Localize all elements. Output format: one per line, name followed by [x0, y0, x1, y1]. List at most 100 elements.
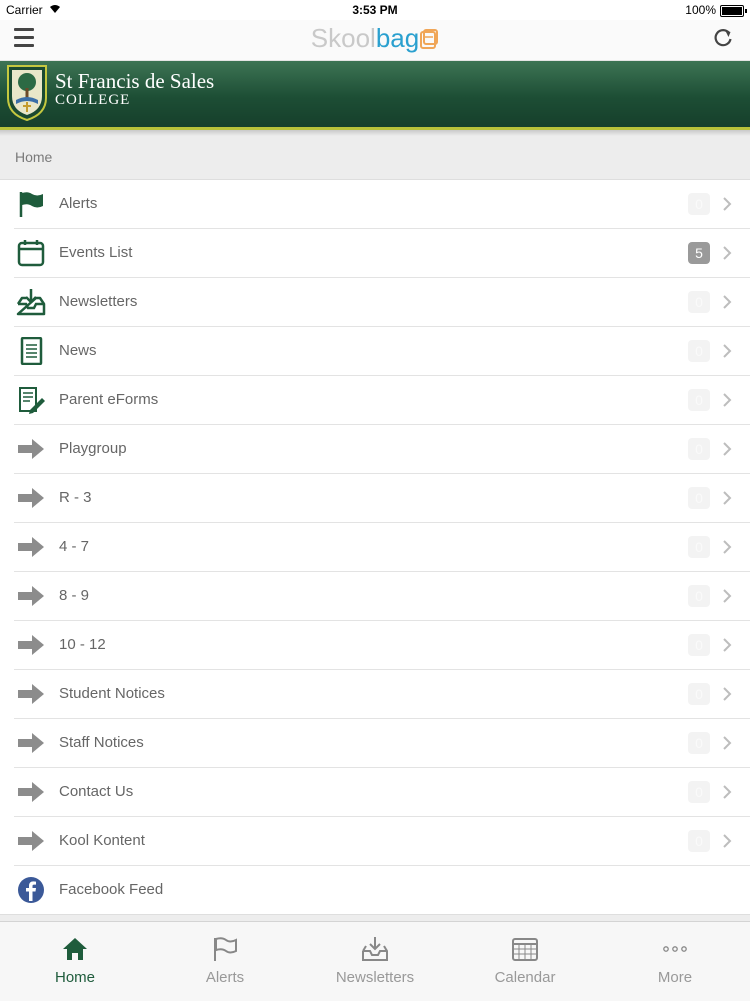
count-badge: 0: [688, 781, 710, 803]
menu-item-label: Contact Us: [59, 783, 134, 800]
chevron-right-icon: [722, 294, 732, 310]
chevron-right-icon: [722, 735, 732, 751]
menu-item-alerts[interactable]: Alerts 0: [14, 180, 750, 229]
menu-item-newsletters[interactable]: Newsletters 0: [14, 278, 750, 327]
chevron-right-icon: [722, 833, 732, 849]
tab-label: Newsletters: [335, 969, 415, 986]
books-icon: [420, 29, 439, 49]
menu-item-10-12[interactable]: 10 - 12 0: [14, 621, 750, 670]
tab-label: Alerts: [205, 969, 245, 986]
document-icon: [16, 336, 46, 366]
status-bar: Carrier 3:53 PM 100%: [0, 0, 750, 20]
menu-item-label: 4 - 7: [59, 538, 90, 555]
count-badge: 0: [688, 585, 710, 607]
menu-item-staff-notices[interactable]: Staff Notices 0: [14, 719, 750, 768]
nav-bar: Skoolbag: [0, 20, 750, 61]
menu-item-r-3[interactable]: R - 3 0: [14, 474, 750, 523]
tab-label: Home: [54, 969, 95, 986]
menu-item-facebook-feed[interactable]: Facebook Feed: [14, 866, 750, 914]
count-badge: 0: [688, 487, 710, 509]
menu-item-news[interactable]: News 0: [14, 327, 750, 376]
tab-calendar[interactable]: Calendar: [450, 922, 600, 1001]
chevron-right-icon: [722, 686, 732, 702]
calendar-grid-icon: [511, 936, 539, 962]
tab-label: Calendar: [494, 969, 556, 986]
chevron-right-icon: [722, 343, 732, 359]
count-badge: 0: [688, 732, 710, 754]
count-badge: 5: [688, 242, 710, 264]
chevron-right-icon: [722, 539, 732, 555]
chevron-right-icon: [722, 490, 732, 506]
count-badge: 0: [688, 193, 710, 215]
banner-shadow: [0, 130, 750, 136]
form-pen-icon: [16, 386, 46, 414]
menu-list: Alerts 0 Events List 5 Newsletters 0 News 0 Pare…: [0, 179, 750, 915]
chevron-right-icon: [722, 588, 732, 604]
arrow-right-icon: [16, 680, 46, 708]
school-name: St Francis de Sales: [55, 69, 215, 93]
menu-item-8-9[interactable]: 8 - 9 0: [14, 572, 750, 621]
menu-item-label: Student Notices: [59, 685, 165, 702]
battery-percent: 100%: [685, 3, 716, 17]
count-badge: 0: [688, 389, 710, 411]
flag-icon: [16, 190, 46, 218]
chevron-right-icon: [722, 392, 732, 408]
flag-icon: [211, 936, 239, 962]
count-badge: 0: [688, 830, 710, 852]
count-badge: 0: [688, 340, 710, 362]
home-icon: [61, 936, 89, 962]
menu-item-contact-us[interactable]: Contact Us 0: [14, 768, 750, 817]
school-crest-icon: [7, 65, 47, 122]
school-subtitle: COLLEGE: [55, 92, 131, 108]
menu-item-label: R - 3: [59, 489, 92, 506]
menu-item-label: Parent eForms: [59, 391, 159, 408]
menu-item-4-7[interactable]: 4 - 7 0: [14, 523, 750, 572]
facebook-icon: [16, 876, 46, 904]
menu-item-kool-kontent[interactable]: Kool Kontent 0: [14, 817, 750, 866]
menu-item-label: Staff Notices: [59, 734, 144, 751]
arrow-right-icon: [16, 729, 46, 757]
menu-item-label: 8 - 9: [59, 587, 90, 604]
chevron-right-icon: [722, 441, 732, 457]
count-badge: 0: [688, 536, 710, 558]
menu-item-label: Facebook Feed: [59, 881, 164, 898]
arrow-right-icon: [16, 582, 46, 610]
menu-item-label: Newsletters: [59, 293, 138, 310]
chevron-right-icon: [722, 784, 732, 800]
arrow-right-icon: [16, 778, 46, 806]
menu-item-label: Events List: [59, 244, 133, 261]
status-time: 3:53 PM: [352, 3, 398, 17]
school-banner: St Francis de Sales COLLEGE: [0, 61, 750, 130]
count-badge: 0: [688, 683, 710, 705]
refresh-icon[interactable]: [712, 27, 734, 49]
arrow-right-icon: [16, 484, 46, 512]
menu-item-label: 10 - 12: [59, 636, 106, 653]
menu-item-label: Alerts: [59, 195, 98, 212]
chevron-right-icon: [722, 196, 732, 212]
tab-label: More: [657, 969, 693, 986]
battery-icon: [720, 5, 747, 17]
inbox-download-icon: [361, 936, 389, 962]
menu-item-label: Playgroup: [59, 440, 127, 457]
count-badge: 0: [688, 438, 710, 460]
tab-alerts[interactable]: Alerts: [150, 922, 300, 1001]
tab-home[interactable]: Home: [0, 922, 150, 1001]
count-badge: 0: [688, 634, 710, 656]
app-brand-logo: Skoolbag: [0, 23, 750, 54]
tab-newsletters[interactable]: Newsletters: [300, 922, 450, 1001]
tab-more[interactable]: More: [600, 922, 750, 1001]
menu-item-playgroup[interactable]: Playgroup 0: [14, 425, 750, 474]
menu-item-events-list[interactable]: Events List 5: [14, 229, 750, 278]
breadcrumb: Home: [15, 149, 53, 165]
chevron-right-icon: [722, 637, 732, 653]
arrow-right-icon: [16, 827, 46, 855]
arrow-right-icon: [16, 435, 46, 463]
menu-item-student-notices[interactable]: Student Notices 0: [14, 670, 750, 719]
menu-item-label: News: [59, 342, 97, 359]
tab-bar: Home Alerts Newsletters Calendar More: [0, 921, 750, 1001]
count-badge: 0: [688, 291, 710, 313]
arrow-right-icon: [16, 631, 46, 659]
chevron-right-icon: [722, 245, 732, 261]
calendar-icon: [16, 239, 46, 267]
menu-item-parent-eforms[interactable]: Parent eForms 0: [14, 376, 750, 425]
